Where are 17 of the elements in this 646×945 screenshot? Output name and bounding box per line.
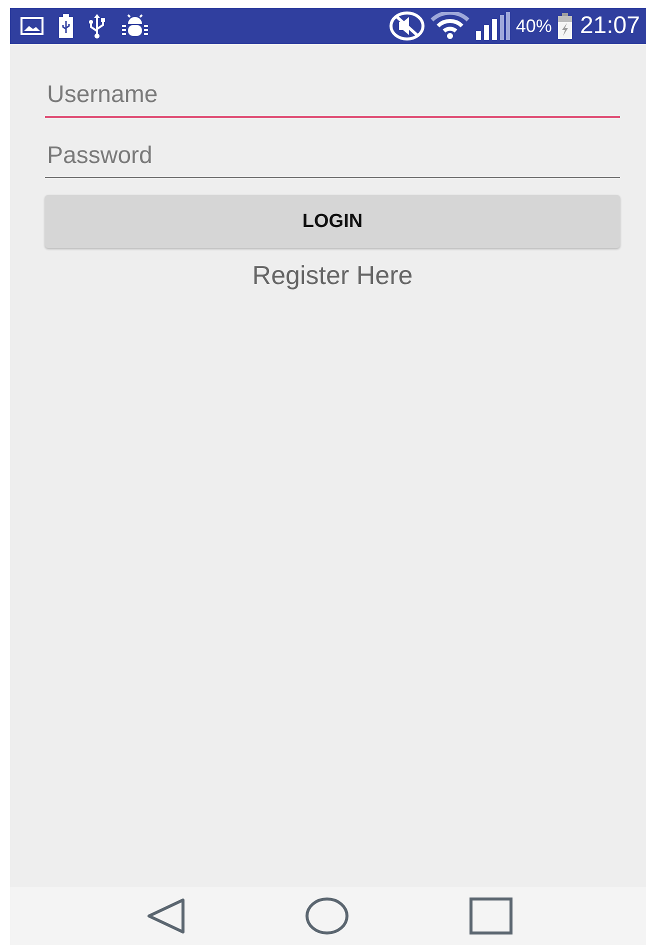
password-field[interactable]: Password bbox=[45, 130, 620, 178]
login-button[interactable]: LOGIN bbox=[45, 195, 620, 248]
clock-time: 21:07 bbox=[580, 12, 640, 40]
wifi-icon bbox=[430, 12, 470, 40]
battery-usb-icon bbox=[58, 14, 74, 38]
username-field[interactable]: Username bbox=[45, 70, 620, 118]
register-link[interactable]: Register Here bbox=[252, 260, 413, 291]
back-icon[interactable] bbox=[147, 898, 185, 934]
battery-charging-icon bbox=[556, 13, 573, 39]
home-icon[interactable] bbox=[305, 897, 349, 935]
recents-icon[interactable] bbox=[469, 897, 513, 935]
usb-icon bbox=[88, 13, 106, 39]
image-icon bbox=[20, 16, 44, 36]
battery-percent: 40% bbox=[516, 16, 552, 36]
signal-icon bbox=[474, 11, 511, 41]
bug-icon bbox=[120, 14, 150, 38]
mute-icon bbox=[388, 11, 425, 41]
